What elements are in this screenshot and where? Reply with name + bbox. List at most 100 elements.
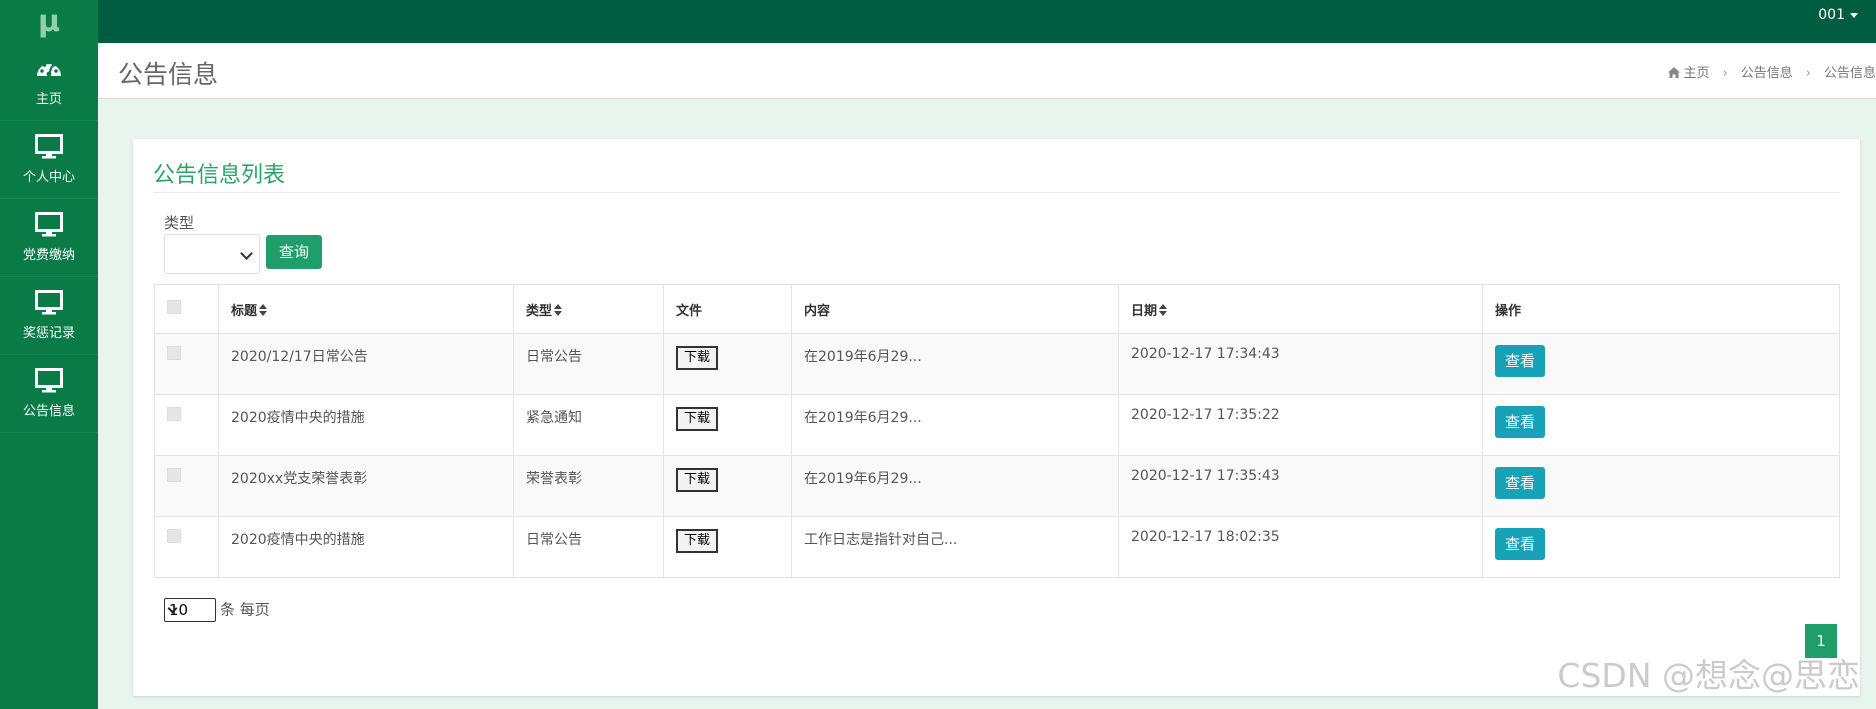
- select-all-checkbox[interactable]: [167, 300, 181, 314]
- sidebar: 主页 个人中心 党费缴纳 奖惩记录 公告信息: [0, 43, 98, 709]
- page-size-suffix: 条 每页: [220, 600, 270, 619]
- column-header-title[interactable]: 标题: [218, 284, 514, 334]
- cell-file: 下载: [663, 333, 792, 395]
- cell-content: 工作日志是指针对自己...: [791, 516, 1119, 578]
- sidebar-item-label: 主页: [35, 92, 62, 107]
- breadcrumb-item-home[interactable]: 主页: [1684, 66, 1710, 81]
- user-menu[interactable]: 001: [1818, 0, 1858, 30]
- sort-icon[interactable]: [554, 303, 563, 316]
- sort-icon[interactable]: [259, 303, 268, 316]
- cell-title: 2020/12/17日常公告: [218, 333, 514, 395]
- cell-title: 2020xx党支荣誉表彰: [218, 455, 514, 517]
- column-label: 内容: [804, 303, 831, 319]
- row-select-cell: [154, 516, 219, 578]
- sidebar-item-label: 奖惩记录: [22, 326, 75, 341]
- cell-content: 在2019年6月29...: [791, 455, 1119, 517]
- column-header-content: 内容: [791, 284, 1119, 334]
- sidebar-item-personal-center[interactable]: 个人中心: [0, 121, 98, 199]
- page-size-select[interactable]: 10: [164, 598, 216, 622]
- sidebar-item-label: 个人中心: [22, 170, 75, 185]
- cell-actions: 查看: [1482, 333, 1840, 395]
- cell-actions: 查看: [1482, 394, 1840, 456]
- cell-file: 下载: [663, 394, 792, 456]
- cell-date: 2020-12-17 17:35:22: [1118, 394, 1483, 456]
- cell-type: 日常公告: [513, 333, 664, 395]
- sidebar-item-label: 党费缴纳: [22, 248, 75, 263]
- announcement-table: 标题 类型 文件 内容 日期 操作 2020/12/17日常公告 日常公告 下载…: [154, 284, 1840, 578]
- card-title: 公告信息列表: [153, 163, 286, 188]
- column-header-file: 文件: [663, 284, 792, 334]
- column-label: 文件: [676, 303, 703, 319]
- breadcrumb: 主页 › 公告信息 › 公告信息: [1667, 62, 1876, 81]
- watermark: CSDN @想念@思恋: [1557, 656, 1860, 695]
- cell-title: 2020疫情中央的措施: [218, 394, 514, 456]
- download-button[interactable]: 下载: [676, 407, 719, 431]
- breadcrumb-item[interactable]: 公告信息: [1741, 66, 1793, 81]
- row-select-cell: [154, 333, 219, 395]
- app-logo[interactable]: μ: [0, 0, 98, 43]
- column-header-type[interactable]: 类型: [513, 284, 664, 334]
- cell-content: 在2019年6月29...: [791, 394, 1119, 456]
- download-button[interactable]: 下载: [676, 468, 719, 492]
- table-header-row: 标题 类型 文件 内容 日期 操作: [154, 284, 1840, 334]
- cell-file: 下载: [663, 516, 792, 578]
- row-checkbox[interactable]: [167, 407, 181, 421]
- cell-date: 2020-12-17 17:35:43: [1118, 455, 1483, 517]
- column-header-actions: 操作: [1482, 284, 1840, 334]
- table-row: 2020疫情中央的措施 日常公告 下载 工作日志是指针对自己... 2020-1…: [154, 516, 1840, 578]
- column-label: 类型: [526, 303, 553, 319]
- view-button[interactable]: 查看: [1495, 528, 1545, 560]
- caret-down-icon: [1850, 12, 1858, 18]
- view-button[interactable]: 查看: [1495, 467, 1545, 499]
- chevron-down-icon: [240, 247, 253, 260]
- column-label: 标题: [231, 303, 258, 319]
- select-all-header: [154, 284, 219, 334]
- download-button[interactable]: 下载: [676, 529, 719, 553]
- cell-title: 2020疫情中央的措施: [218, 516, 514, 578]
- sidebar-item-party-fee[interactable]: 党费缴纳: [0, 199, 98, 277]
- view-button[interactable]: 查看: [1495, 345, 1545, 377]
- breadcrumb-separator: ›: [1805, 66, 1811, 81]
- cell-actions: 查看: [1482, 516, 1840, 578]
- view-button[interactable]: 查看: [1495, 406, 1545, 438]
- home-icon: [1667, 67, 1680, 78]
- cell-type: 日常公告: [513, 516, 664, 578]
- divider: [153, 192, 1840, 193]
- table-row: 2020/12/17日常公告 日常公告 下载 在2019年6月29... 202…: [154, 333, 1840, 395]
- page-title: 公告信息: [118, 60, 219, 89]
- sidebar-item-announcements[interactable]: 公告信息: [0, 355, 98, 433]
- row-checkbox[interactable]: [167, 346, 181, 360]
- sidebar-item-rewards[interactable]: 奖惩记录: [0, 277, 98, 355]
- monitor-icon: [35, 134, 63, 159]
- breadcrumb-separator: ›: [1722, 66, 1728, 81]
- announcement-list-card: 公告信息列表 类型 查询 标题 类型 文件 内容 日期 操作 2020/12/1…: [133, 139, 1860, 696]
- type-filter-select[interactable]: [164, 234, 260, 274]
- sidebar-item-home[interactable]: 主页: [0, 43, 98, 121]
- table-row: 2020xx党支荣誉表彰 荣誉表彰 下载 在2019年6月29... 2020-…: [154, 455, 1840, 517]
- dashboard-icon: [37, 60, 61, 77]
- cell-content: 在2019年6月29...: [791, 333, 1119, 395]
- column-header-date[interactable]: 日期: [1118, 284, 1483, 334]
- cell-actions: 查看: [1482, 455, 1840, 517]
- sidebar-item-label: 公告信息: [22, 404, 75, 419]
- download-button[interactable]: 下载: [676, 346, 719, 370]
- cell-file: 下载: [663, 455, 792, 517]
- monitor-icon: [35, 212, 63, 237]
- row-checkbox[interactable]: [167, 529, 181, 543]
- row-checkbox[interactable]: [167, 468, 181, 482]
- page-header: 公告信息 主页 › 公告信息 › 公告信息: [98, 43, 1876, 99]
- page-size-control: 10 条 每页: [164, 598, 270, 622]
- row-select-cell: [154, 455, 219, 517]
- top-bar: μ 001: [0, 0, 1876, 43]
- user-name: 001: [1818, 7, 1845, 23]
- cell-type: 紧急通知: [513, 394, 664, 456]
- table-row: 2020疫情中央的措施 紧急通知 下载 在2019年6月29... 2020-1…: [154, 394, 1840, 456]
- query-button[interactable]: 查询: [266, 235, 322, 269]
- row-select-cell: [154, 394, 219, 456]
- cell-date: 2020-12-17 18:02:35: [1118, 516, 1483, 578]
- sort-icon[interactable]: [1159, 303, 1168, 316]
- cell-date: 2020-12-17 17:34:43: [1118, 333, 1483, 395]
- monitor-icon: [35, 290, 63, 315]
- type-filter-label: 类型: [164, 214, 195, 232]
- monitor-icon: [35, 368, 63, 393]
